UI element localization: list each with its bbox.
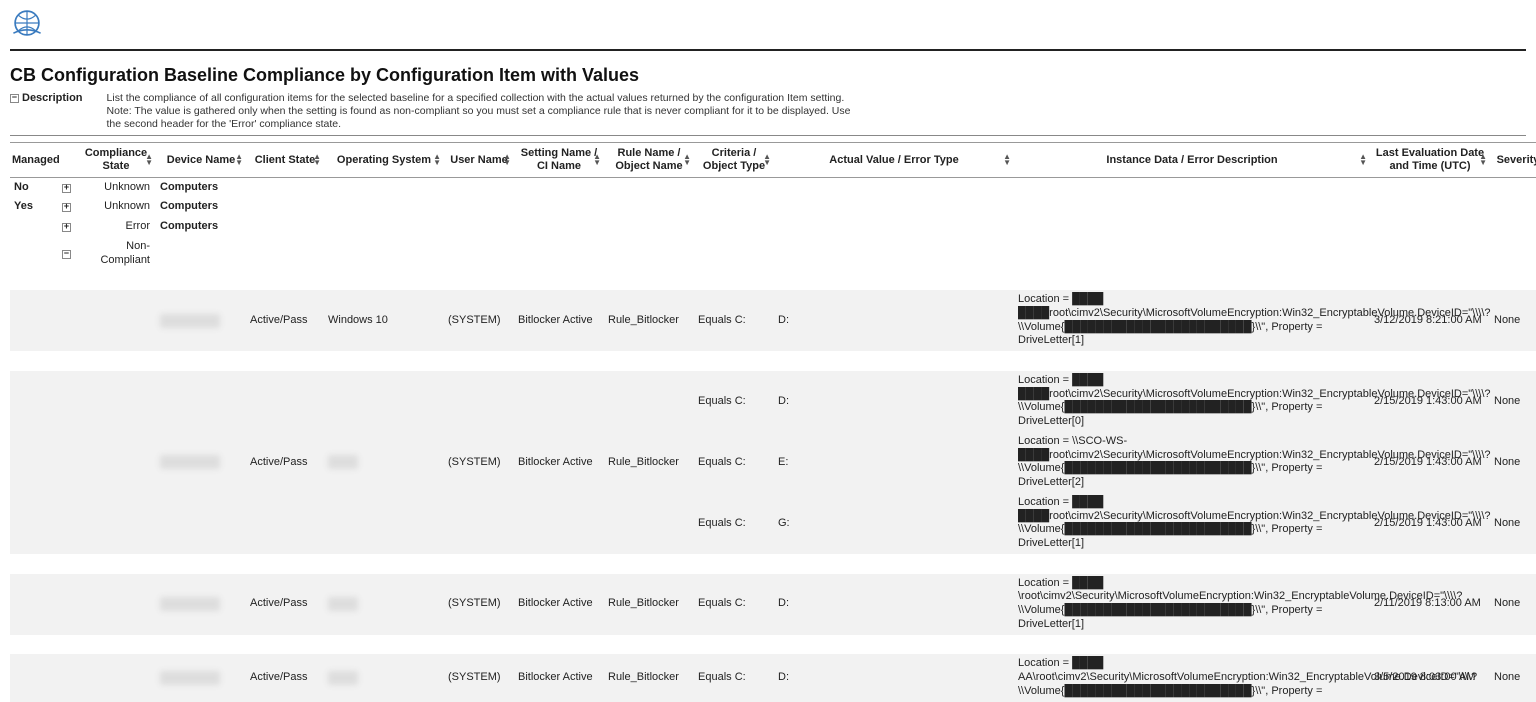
table-row: Equals C:D:Location = ████ ████root\cimv…: [10, 371, 1536, 432]
col-actual[interactable]: Actual Value / Error Type▲▼: [774, 143, 1014, 177]
col-os[interactable]: Operating System▲▼: [324, 143, 444, 177]
description-text: List the compliance of all configuration…: [107, 92, 867, 131]
collapse-icon[interactable]: −: [62, 250, 71, 259]
col-eval[interactable]: Last Evaluation Date and Time (UTC)▲▼: [1370, 143, 1490, 177]
col-criteria[interactable]: Criteria / Object Type▲▼: [694, 143, 774, 177]
col-rule[interactable]: Rule Name / Object Name▲▼: [604, 143, 694, 177]
un-logo-icon: [10, 6, 1526, 43]
expand-icon[interactable]: +: [62, 184, 71, 193]
col-client-state[interactable]: Client State▲▼: [246, 143, 324, 177]
col-user[interactable]: User Name▲▼: [444, 143, 514, 177]
description-toggle[interactable]: − Description: [10, 92, 83, 104]
table-row: XXXXXXXXActive/PassXXXX(SYSTEM)Bitlocker…: [10, 654, 1536, 701]
col-compliance-state[interactable]: Compliance State▲▼: [76, 143, 156, 177]
page-title: CB Configuration Baseline Compliance by …: [10, 65, 1526, 86]
col-setting[interactable]: Setting Name / CI Name▲▼: [514, 143, 604, 177]
col-severity[interactable]: Severity▲▼: [1490, 143, 1536, 177]
table-row: XXXXXXXXActive/PassWindows 10(SYSTEM)Bit…: [10, 290, 1536, 351]
group-row[interactable]: −Non-Compliant: [10, 237, 1536, 271]
expand-icon[interactable]: +: [62, 203, 71, 212]
table-row: XXXXXXXXActive/PassXXXX(SYSTEM)Bitlocker…: [10, 432, 1536, 493]
col-device-name[interactable]: Device Name▲▼: [156, 143, 246, 177]
collapse-icon: −: [10, 94, 19, 103]
compliance-table: Managed Compliance State▲▼ Device Name▲▼…: [10, 142, 1536, 701]
expand-icon[interactable]: +: [62, 223, 71, 232]
group-row[interactable]: Yes+UnknownComputers4: [10, 197, 1536, 217]
col-instance[interactable]: Instance Data / Error Description▲▼: [1014, 143, 1370, 177]
group-row[interactable]: +ErrorComputers42: [10, 217, 1536, 237]
group-row[interactable]: No+UnknownComputers16: [10, 177, 1536, 197]
description-label: Description: [22, 92, 83, 104]
table-row: Equals C:G:Location = ████ ████root\cimv…: [10, 493, 1536, 554]
table-row: XXXXXXXXActive/PassXXXX(SYSTEM)Bitlocker…: [10, 574, 1536, 635]
table-header-row: Managed Compliance State▲▼ Device Name▲▼…: [10, 143, 1536, 177]
col-managed[interactable]: Managed: [10, 143, 58, 177]
